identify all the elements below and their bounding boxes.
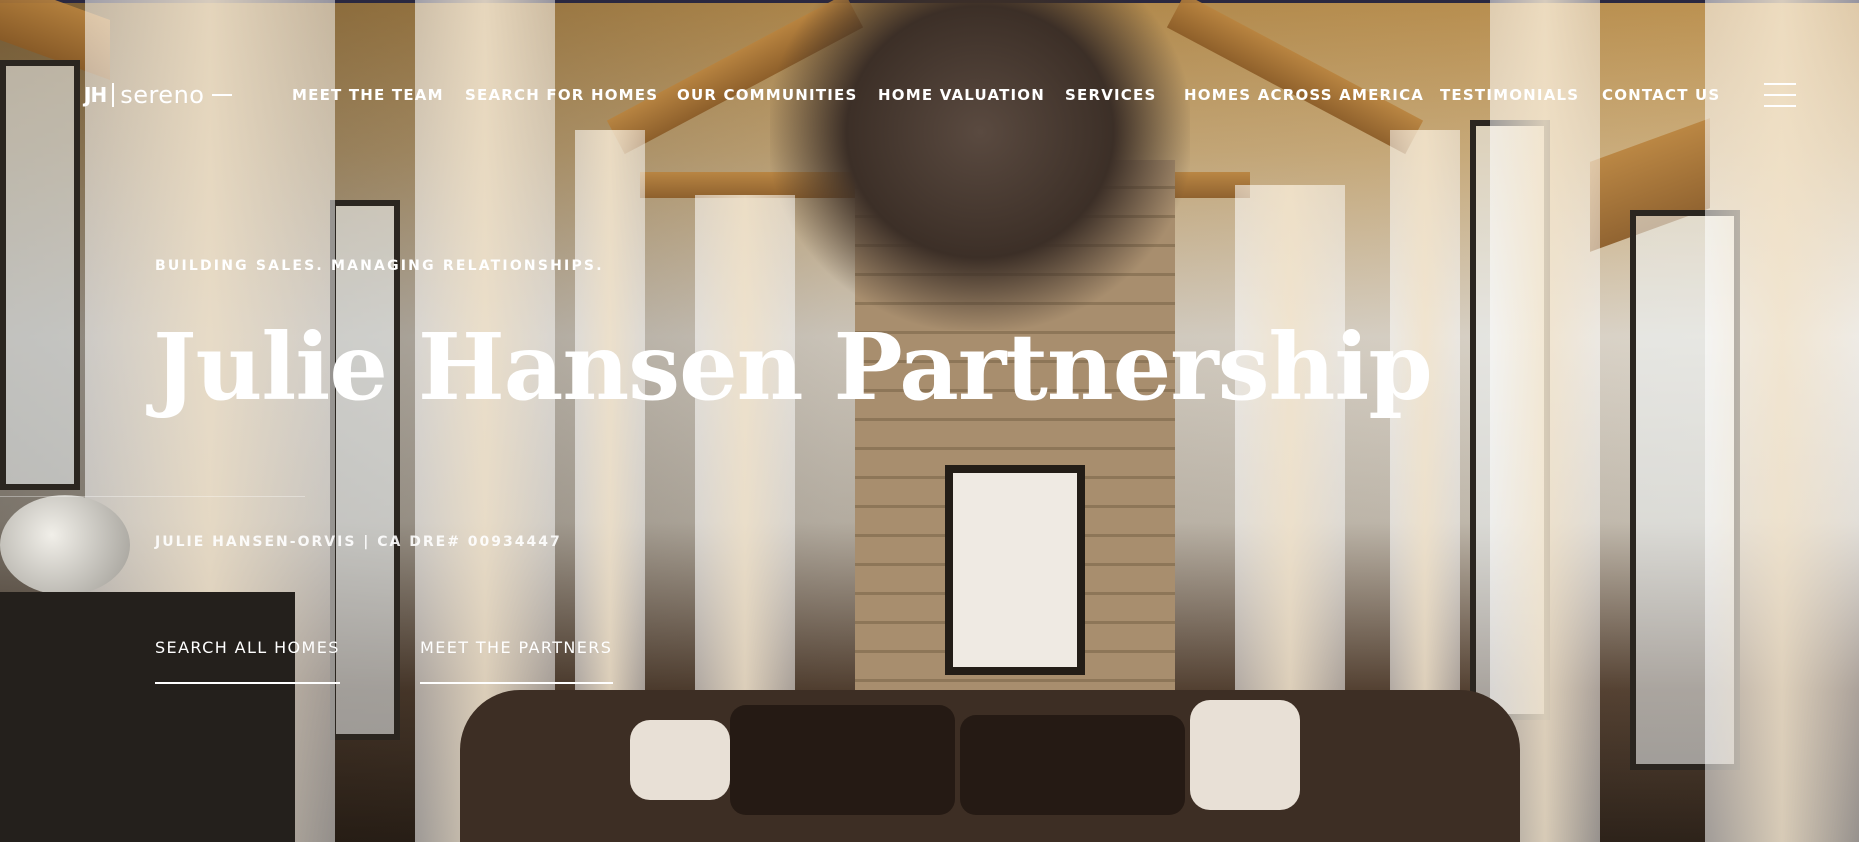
hamburger-menu-icon[interactable]	[1764, 83, 1796, 107]
license-info: JULIE HANSEN-ORVIS | CA DRE# 00934447	[155, 534, 562, 550]
logo-name: sereno	[120, 81, 205, 109]
chandelier	[770, 0, 1190, 330]
site-logo[interactable]: JH sereno	[84, 81, 233, 109]
nav-our-communities[interactable]: OUR COMMUNITIES	[677, 86, 858, 104]
logo-mark: JH	[84, 83, 107, 107]
divider-line	[0, 496, 305, 497]
meet-the-partners-button[interactable]: MEET THE PARTNERS	[420, 638, 613, 684]
nav-services[interactable]: SERVICES	[1065, 86, 1156, 104]
fireplace	[945, 465, 1085, 675]
nav-testimonials[interactable]: TESTIMONIALS	[1440, 86, 1579, 104]
nav-meet-the-team[interactable]: MEET THE TEAM	[292, 86, 444, 104]
logo-divider	[112, 83, 115, 107]
nav-home-valuation[interactable]: HOME VALUATION	[878, 86, 1045, 104]
throw-pillow	[1190, 700, 1300, 810]
curtain	[1390, 130, 1460, 730]
window	[330, 200, 400, 740]
window	[0, 60, 80, 490]
hero-tagline: BUILDING SALES. MANAGING RELATIONSHIPS.	[155, 258, 604, 274]
decor-vase	[0, 495, 130, 595]
ceiling-beam	[1166, 0, 1424, 155]
nav-contact-us[interactable]: CONTACT US	[1602, 86, 1720, 104]
curtain	[695, 195, 795, 715]
sofa-cushion	[730, 705, 955, 815]
search-all-homes-button[interactable]: SEARCH ALL HOMES	[155, 638, 340, 684]
sofa-cushion	[960, 715, 1185, 815]
nav-search-for-homes[interactable]: SEARCH FOR HOMES	[465, 86, 658, 104]
nav-homes-across-america[interactable]: HOMES ACROSS AMERICA	[1184, 86, 1424, 104]
curtain	[1235, 185, 1345, 725]
logo-dash	[212, 94, 233, 96]
throw-pillow	[630, 720, 730, 800]
side-table	[0, 592, 295, 842]
curtain	[1705, 0, 1859, 842]
hero-title: Julie Hansen Partnership	[153, 313, 1433, 421]
